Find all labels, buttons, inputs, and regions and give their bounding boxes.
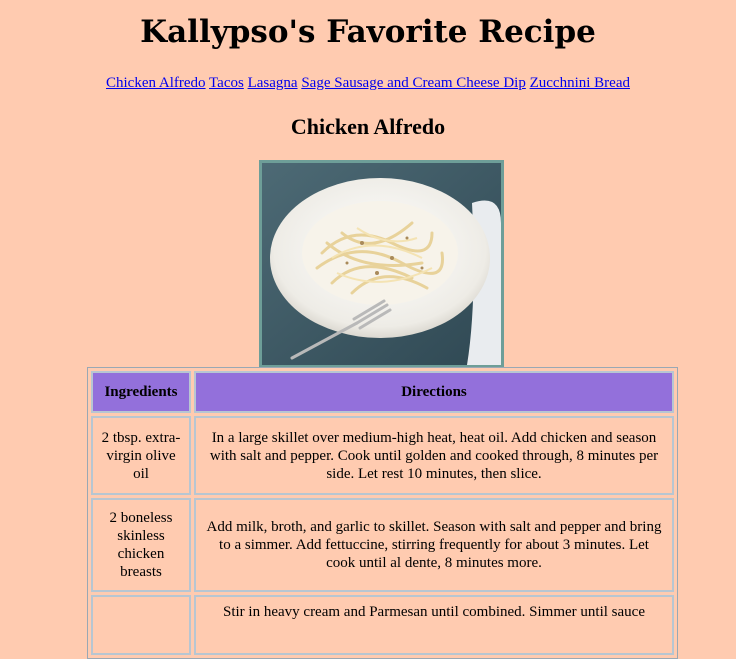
nav-link-sage-sausage-dip[interactable]: Sage Sausage and Cream Cheese Dip bbox=[301, 75, 526, 91]
recipe-table: Ingredients Directions 2 tbsp. extra-vir… bbox=[87, 367, 678, 659]
table-row: 2 tbsp. extra-virgin olive oil In a larg… bbox=[91, 416, 674, 495]
page-title: Kallypso's Favorite Recipe bbox=[140, 14, 596, 50]
ingredient-cell bbox=[91, 595, 191, 655]
direction-cell: In a large skillet over medium-high heat… bbox=[194, 416, 674, 495]
pasta-plate-image bbox=[262, 163, 501, 365]
column-header-ingredients: Ingredients bbox=[91, 371, 191, 413]
nav-link-lasagna[interactable]: Lasagna bbox=[248, 75, 298, 91]
table-header-row: Ingredients Directions bbox=[91, 371, 674, 413]
nav-link-tacos[interactable]: Tacos bbox=[209, 75, 244, 91]
ingredient-cell: 2 tbsp. extra-virgin olive oil bbox=[91, 416, 191, 495]
direction-cell: Stir in heavy cream and Parmesan until c… bbox=[194, 595, 674, 655]
ingredient-cell: 2 boneless skinless chicken breasts bbox=[91, 498, 191, 592]
table-row: Stir in heavy cream and Parmesan until c… bbox=[91, 595, 674, 655]
nav-link-chicken-alfredo[interactable]: Chicken Alfredo bbox=[106, 75, 206, 91]
recipe-nav: Chicken Alfredo Tacos Lasagna Sage Sausa… bbox=[0, 75, 736, 92]
direction-cell: Add milk, broth, and garlic to skillet. … bbox=[194, 498, 674, 592]
recipe-title: Chicken Alfredo bbox=[290, 114, 446, 139]
nav-link-zucchini-bread[interactable]: Zucchnini Bread bbox=[530, 75, 630, 91]
table-row: 2 boneless skinless chicken breasts Add … bbox=[91, 498, 674, 592]
recipe-photo bbox=[259, 160, 504, 368]
column-header-directions: Directions bbox=[194, 371, 674, 413]
